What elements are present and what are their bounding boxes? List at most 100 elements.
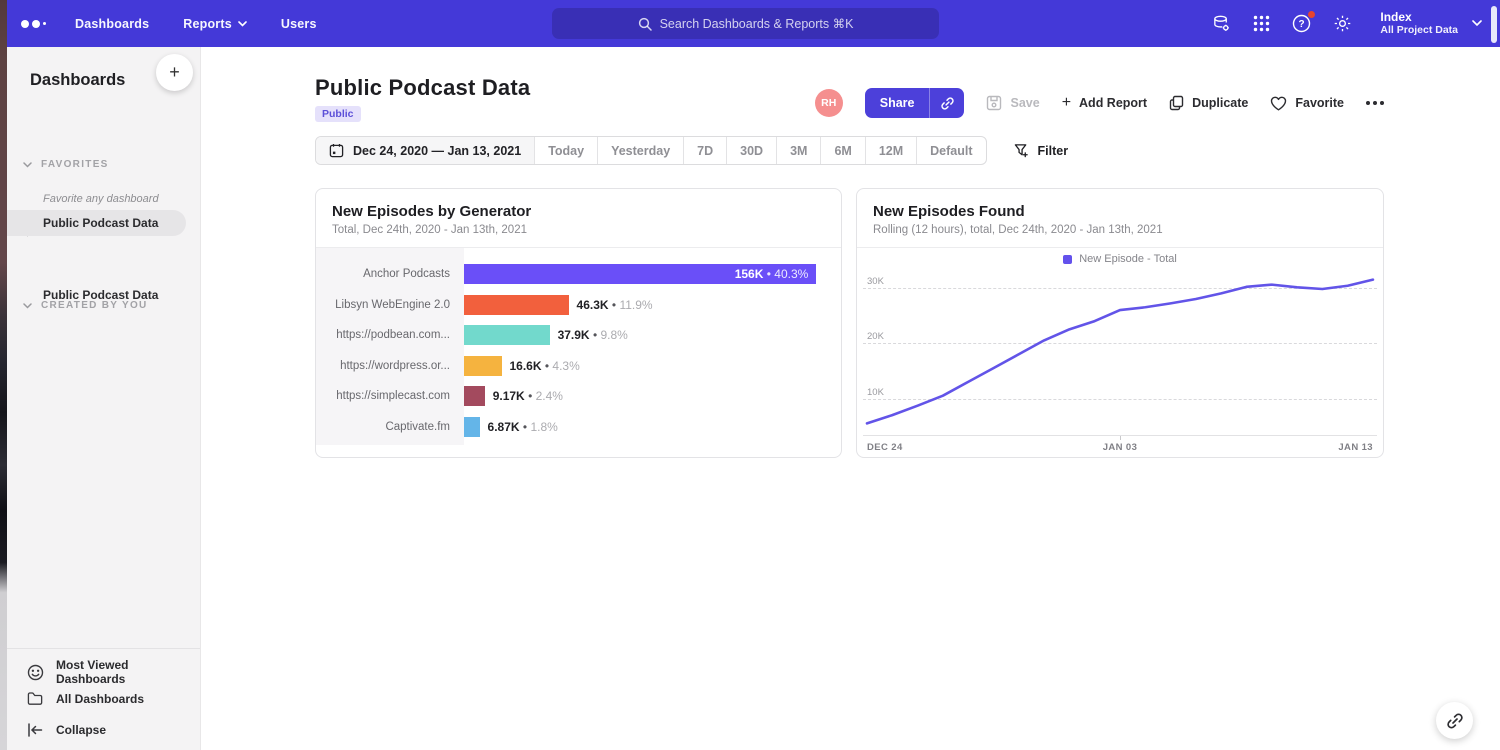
chart-subtitle: Rolling (12 hours), total, Dec 24th, 202…: [873, 224, 1367, 236]
footer-item-label: Collapse: [56, 723, 106, 737]
line-series[interactable]: [863, 269, 1377, 414]
bar-category-label: Libsyn WebEngine 2.0: [316, 299, 464, 311]
preset-6m[interactable]: 6M: [820, 137, 864, 164]
main-area: Public Podcast Data Public RH Share Save…: [201, 47, 1500, 750]
nav-link-dashboards[interactable]: Dashboards: [75, 17, 149, 31]
duplicate-icon: [1169, 95, 1184, 111]
filter-button[interactable]: Filter: [1014, 143, 1069, 158]
section-header-label: FAVORITES: [41, 159, 109, 170]
svg-text:?: ?: [1299, 19, 1305, 30]
bar-row[interactable]: Captivate.fm 6.87K 1.8%: [316, 412, 841, 443]
copy-link-icon[interactable]: [930, 88, 964, 118]
preset-today[interactable]: Today: [534, 137, 597, 164]
all-dashboards-link[interactable]: All Dashboards: [27, 691, 144, 706]
line-chart-plot: 30K 20K 10K: [863, 269, 1377, 415]
desktop-edge-strip: [0, 0, 7, 750]
favorite-button[interactable]: Favorite: [1270, 96, 1344, 111]
project-name: Index: [1380, 10, 1458, 24]
bar-value: 9.17K: [493, 389, 525, 403]
duplicate-label: Duplicate: [1192, 96, 1248, 110]
preset-30d[interactable]: 30D: [726, 137, 776, 164]
link-icon: [1446, 712, 1464, 730]
favorite-label: Favorite: [1295, 96, 1344, 110]
date-range-group: Dec 24, 2020 — Jan 13, 2021 Today Yester…: [315, 136, 987, 165]
chart-title: New Episodes by Generator: [332, 203, 825, 220]
bar-row[interactable]: https://simplecast.com 9.17K 2.4%: [316, 381, 841, 412]
search-input[interactable]: Search Dashboards & Reports ⌘K: [552, 8, 939, 39]
filter-label: Filter: [1038, 144, 1069, 158]
share-button[interactable]: Share: [865, 88, 965, 118]
scrollbar-thumb[interactable]: [1491, 6, 1497, 43]
folder-icon: [27, 691, 44, 706]
more-options-button[interactable]: [1366, 101, 1384, 105]
bar-row[interactable]: Anchor Podcasts 156K 40.3%: [316, 259, 841, 290]
share-button-label[interactable]: Share: [865, 88, 931, 118]
sidebar-item-public-podcast-data[interactable]: Public Podcast Data: [7, 282, 158, 308]
sidebar-item-public-podcast-data[interactable]: Public Podcast Data: [7, 210, 186, 236]
date-range-picker[interactable]: Dec 24, 2020 — Jan 13, 2021: [316, 137, 534, 164]
bar-value: 46.3K: [577, 298, 609, 312]
bar-row[interactable]: https://wordpress.or... 16.6K 4.3%: [316, 351, 841, 382]
nav-link-label: Reports: [183, 17, 232, 31]
preset-yesterday[interactable]: Yesterday: [597, 137, 683, 164]
save-button[interactable]: Save: [986, 95, 1039, 111]
plus-icon: +: [1062, 94, 1071, 112]
bar-percent: 2.4%: [528, 389, 563, 403]
chevron-down-icon: [23, 162, 32, 168]
date-range-label: Dec 24, 2020 — Jan 13, 2021: [353, 144, 521, 158]
data-management-icon[interactable]: [1212, 14, 1231, 33]
bar-chart: Anchor Podcasts 156K 40.3% Libsyn WebEng…: [316, 248, 841, 445]
add-dashboard-button[interactable]: +: [156, 54, 193, 91]
app-logo-icon[interactable]: [21, 20, 61, 28]
card-new-episodes-by-generator: New Episodes by Generator Total, Dec 24t…: [315, 188, 842, 458]
preset-12m[interactable]: 12M: [865, 137, 916, 164]
save-icon: [986, 95, 1002, 111]
search-placeholder: Search Dashboards & Reports ⌘K: [660, 16, 854, 31]
preset-default[interactable]: Default: [916, 137, 985, 164]
search-icon: [638, 17, 652, 31]
legend-swatch: [1063, 255, 1072, 264]
x-axis: DEC 24 JAN 03 JAN 13: [863, 435, 1377, 457]
floating-copy-link-button[interactable]: [1436, 702, 1473, 739]
bar-value: 6.87K: [488, 420, 520, 434]
bar[interactable]: [464, 356, 502, 376]
save-button-label: Save: [1010, 96, 1039, 110]
bar[interactable]: [464, 386, 485, 406]
nav-link-reports[interactable]: Reports: [183, 17, 247, 31]
avatar[interactable]: RH: [815, 89, 843, 117]
bar-percent: 40.3%: [767, 267, 809, 281]
bar[interactable]: 156K 40.3%: [464, 264, 816, 284]
bar-row[interactable]: Libsyn WebEngine 2.0 46.3K 11.9%: [316, 290, 841, 321]
preset-3m[interactable]: 3M: [776, 137, 820, 164]
chart-legend[interactable]: New Episode - Total: [857, 248, 1383, 270]
apps-grid-icon[interactable]: [1253, 15, 1270, 32]
bar-value: 37.9K: [558, 328, 590, 342]
nav-link-users[interactable]: Users: [281, 17, 317, 31]
bar-percent: 11.9%: [612, 298, 653, 312]
preset-7d[interactable]: 7D: [683, 137, 726, 164]
bar[interactable]: [464, 325, 550, 345]
bar[interactable]: [464, 417, 480, 437]
dashboard-actions: RH Share Save + Add Report Duplicate: [815, 88, 1384, 118]
section-favorites[interactable]: FAVORITES: [23, 159, 109, 170]
project-switcher[interactable]: Index All Project Data: [1380, 10, 1482, 37]
nav-link-label: Dashboards: [75, 17, 149, 31]
nav-links: Dashboards Reports Users: [75, 17, 317, 31]
most-viewed-dashboards-link[interactable]: Most Viewed Dashboards: [27, 658, 200, 686]
bar-category-label: https://simplecast.com: [316, 390, 464, 402]
heart-icon: [1270, 96, 1287, 111]
collapse-sidebar-button[interactable]: Collapse: [27, 723, 106, 737]
help-icon[interactable]: ?: [1292, 14, 1311, 33]
x-tick-label: JAN 13: [1338, 442, 1373, 453]
bar-percent: 4.3%: [545, 359, 580, 373]
add-report-button[interactable]: + Add Report: [1062, 94, 1147, 112]
footer-item-label: All Dashboards: [56, 692, 144, 706]
nav-right-cluster: ? Index All Project Data: [1212, 0, 1482, 47]
sidebar-title: Dashboards: [30, 71, 125, 90]
duplicate-button[interactable]: Duplicate: [1169, 95, 1248, 111]
bar-row[interactable]: https://podbean.com... 37.9K 9.8%: [316, 320, 841, 351]
bar-value: 16.6K: [510, 359, 542, 373]
bar[interactable]: [464, 295, 569, 315]
page-title: Public Podcast Data: [315, 75, 530, 101]
settings-gear-icon[interactable]: [1333, 14, 1352, 33]
